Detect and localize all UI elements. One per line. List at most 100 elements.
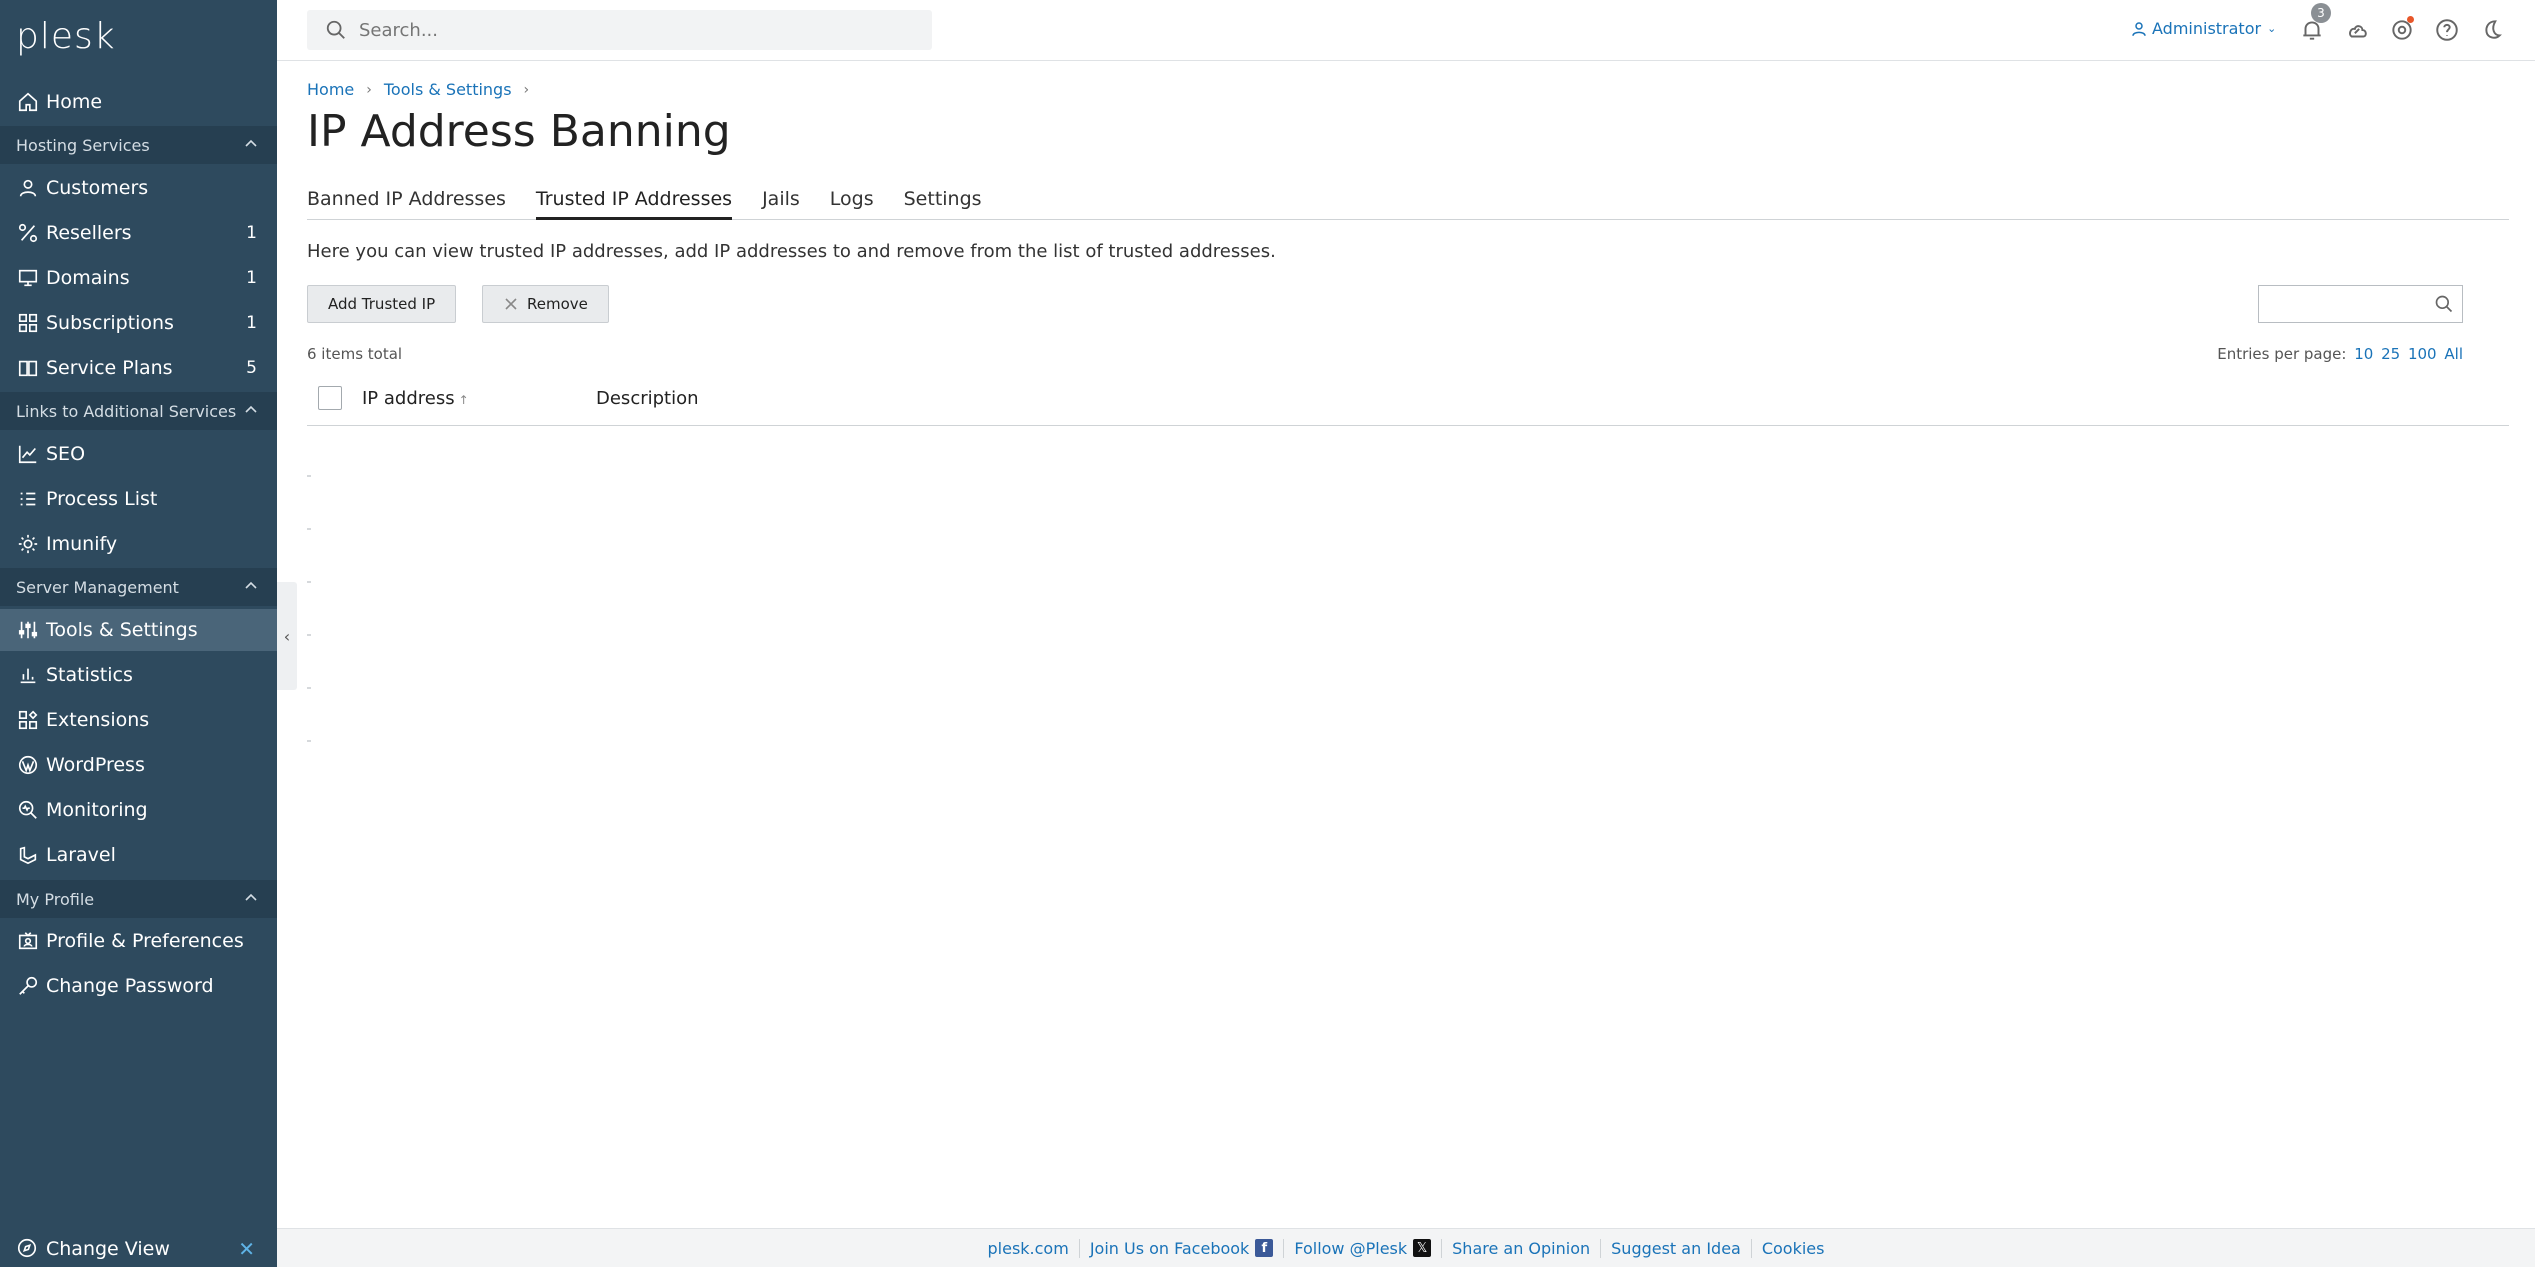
list-icon	[16, 487, 40, 511]
user-menu[interactable]: Administrator ⌄	[2130, 19, 2276, 38]
home-icon	[16, 90, 40, 114]
loading-row	[307, 687, 311, 689]
sidebar-item-label: Resellers	[46, 222, 132, 244]
sidebar-item-label: Statistics	[46, 664, 133, 686]
sidebar-item-monitoring[interactable]: Monitoring	[0, 789, 277, 831]
sidebar-item-label: Imunify	[46, 533, 118, 555]
count-badge: 1	[246, 268, 257, 288]
sidebar-item-extensions[interactable]: Extensions	[0, 699, 277, 741]
footer: plesk.com Join Us on Facebook f Follow @P…	[277, 1228, 2535, 1267]
section-label: Server Management	[16, 577, 179, 597]
chart-line-icon	[16, 442, 40, 466]
list-search-field[interactable]	[2258, 285, 2463, 323]
column-ip-address[interactable]: IP address ↑	[362, 388, 469, 409]
monitor-icon	[16, 266, 40, 290]
link-label: Suggest an Idea	[1611, 1238, 1741, 1258]
sidebar-item-home[interactable]: Home	[0, 81, 277, 123]
column-label: IP address	[362, 388, 455, 409]
user-name: Administrator	[2152, 19, 2262, 38]
section-label: Hosting Services	[16, 135, 150, 155]
footer-link-facebook[interactable]: Join Us on Facebook f	[1080, 1238, 1285, 1258]
button-label: Remove	[527, 295, 588, 313]
sidebar: plesk Home Hosting Services Customers Re…	[0, 0, 277, 1267]
count-badge: 1	[246, 313, 257, 333]
select-all-checkbox[interactable]	[318, 386, 342, 410]
change-view-button[interactable]: Change View ✕	[0, 1230, 277, 1267]
magnifier-pulse-icon	[16, 798, 40, 822]
button-label: Add Trusted IP	[328, 295, 436, 313]
tab-jails[interactable]: Jails	[762, 186, 800, 220]
user-icon	[16, 176, 40, 200]
key-icon	[16, 974, 40, 998]
per-page-100[interactable]: 100	[2408, 345, 2437, 363]
cloud-icon[interactable]	[2344, 17, 2370, 43]
tab-logs[interactable]: Logs	[830, 186, 874, 220]
chevron-up-icon	[245, 893, 257, 901]
sidebar-item-customers[interactable]: Customers	[0, 167, 277, 209]
tab-trusted-ip[interactable]: Trusted IP Addresses	[535, 186, 733, 220]
sidebar-item-label: Change Password	[46, 975, 214, 997]
moon-icon[interactable]	[2479, 17, 2505, 43]
sidebar-item-subscriptions[interactable]: Subscriptions 1	[0, 302, 277, 344]
sidebar-item-profile-preferences[interactable]: Profile & Preferences	[0, 920, 277, 962]
footer-link-cookies[interactable]: Cookies	[1752, 1239, 1835, 1258]
book-icon	[16, 356, 40, 380]
per-page-label: Entries per page:	[2217, 345, 2347, 363]
close-icon[interactable]: ✕	[238, 1237, 255, 1261]
wordpress-icon	[16, 753, 40, 777]
sidebar-item-change-password[interactable]: Change Password	[0, 965, 277, 1007]
section-hosting-services[interactable]: Hosting Services	[0, 126, 277, 164]
sidebar-item-process-list[interactable]: Process List	[0, 478, 277, 520]
entries-per-page: Entries per page: 10 25 100 All	[2217, 345, 2463, 363]
tab-banned-ip[interactable]: Banned IP Addresses	[307, 186, 506, 220]
alert-dot	[2407, 16, 2414, 23]
link-label: Cookies	[1761, 1238, 1825, 1258]
sidebar-item-label: Tools & Settings	[46, 619, 198, 641]
help-icon[interactable]	[2434, 17, 2460, 43]
chevron-right-icon: ›	[366, 81, 372, 98]
per-page-10[interactable]: 10	[2354, 345, 2373, 363]
sidebar-item-label: Home	[46, 91, 103, 113]
remove-button[interactable]: Remove	[482, 285, 609, 323]
tab-settings[interactable]: Settings	[904, 186, 982, 220]
breadcrumb-tools-settings[interactable]: Tools & Settings	[384, 80, 512, 99]
per-page-25[interactable]: 25	[2381, 345, 2400, 363]
breadcrumb-home[interactable]: Home	[307, 80, 354, 99]
column-description[interactable]: Description	[596, 388, 699, 409]
add-trusted-ip-button[interactable]: Add Trusted IP	[307, 285, 457, 323]
footer-link-idea[interactable]: Suggest an Idea	[1601, 1238, 1752, 1258]
sidebar-item-statistics[interactable]: Statistics	[0, 654, 277, 696]
remove-icon	[505, 298, 517, 310]
section-links-additional[interactable]: Links to Additional Services	[0, 392, 277, 430]
sidebar-item-label: Domains	[46, 267, 130, 289]
sidebar-item-service-plans[interactable]: Service Plans 5	[0, 347, 277, 389]
sidebar-item-tools-settings[interactable]: Tools & Settings	[0, 609, 277, 651]
footer-link-plesk[interactable]: plesk.com	[978, 1238, 1080, 1258]
sidebar-item-laravel[interactable]: Laravel	[0, 834, 277, 876]
notification-badge: 3	[2311, 3, 2331, 23]
global-search[interactable]	[307, 10, 932, 50]
per-page-all[interactable]: All	[2444, 345, 2463, 363]
sidebar-item-label: Extensions	[46, 709, 150, 731]
sidebar-item-seo[interactable]: SEO	[0, 433, 277, 475]
laravel-icon	[16, 843, 40, 867]
section-server-management[interactable]: Server Management	[0, 568, 277, 606]
count-badge: 1	[246, 223, 257, 243]
sidebar-item-imunify[interactable]: Imunify	[0, 523, 277, 565]
loading-row	[307, 475, 311, 477]
id-card-icon	[16, 929, 40, 953]
section-my-profile[interactable]: My Profile	[0, 880, 277, 918]
footer-link-twitter[interactable]: Follow @Plesk 𝕏	[1284, 1238, 1443, 1258]
plesk-logo[interactable]: plesk	[16, 16, 116, 57]
sidebar-item-label: WordPress	[46, 754, 145, 776]
sidebar-item-wordpress[interactable]: WordPress	[0, 744, 277, 786]
footer-link-opinion[interactable]: Share an Opinion	[1442, 1238, 1602, 1258]
search-icon	[2435, 295, 2453, 313]
sidebar-item-domains[interactable]: Domains 1	[0, 257, 277, 299]
loading-row	[307, 634, 311, 636]
sidebar-collapse-handle[interactable]: ‹	[277, 582, 297, 690]
chevron-down-icon: ⌄	[2267, 22, 2277, 35]
search-input[interactable]	[359, 19, 919, 41]
sidebar-item-resellers[interactable]: Resellers 1	[0, 212, 277, 254]
column-label: Description	[596, 388, 699, 409]
